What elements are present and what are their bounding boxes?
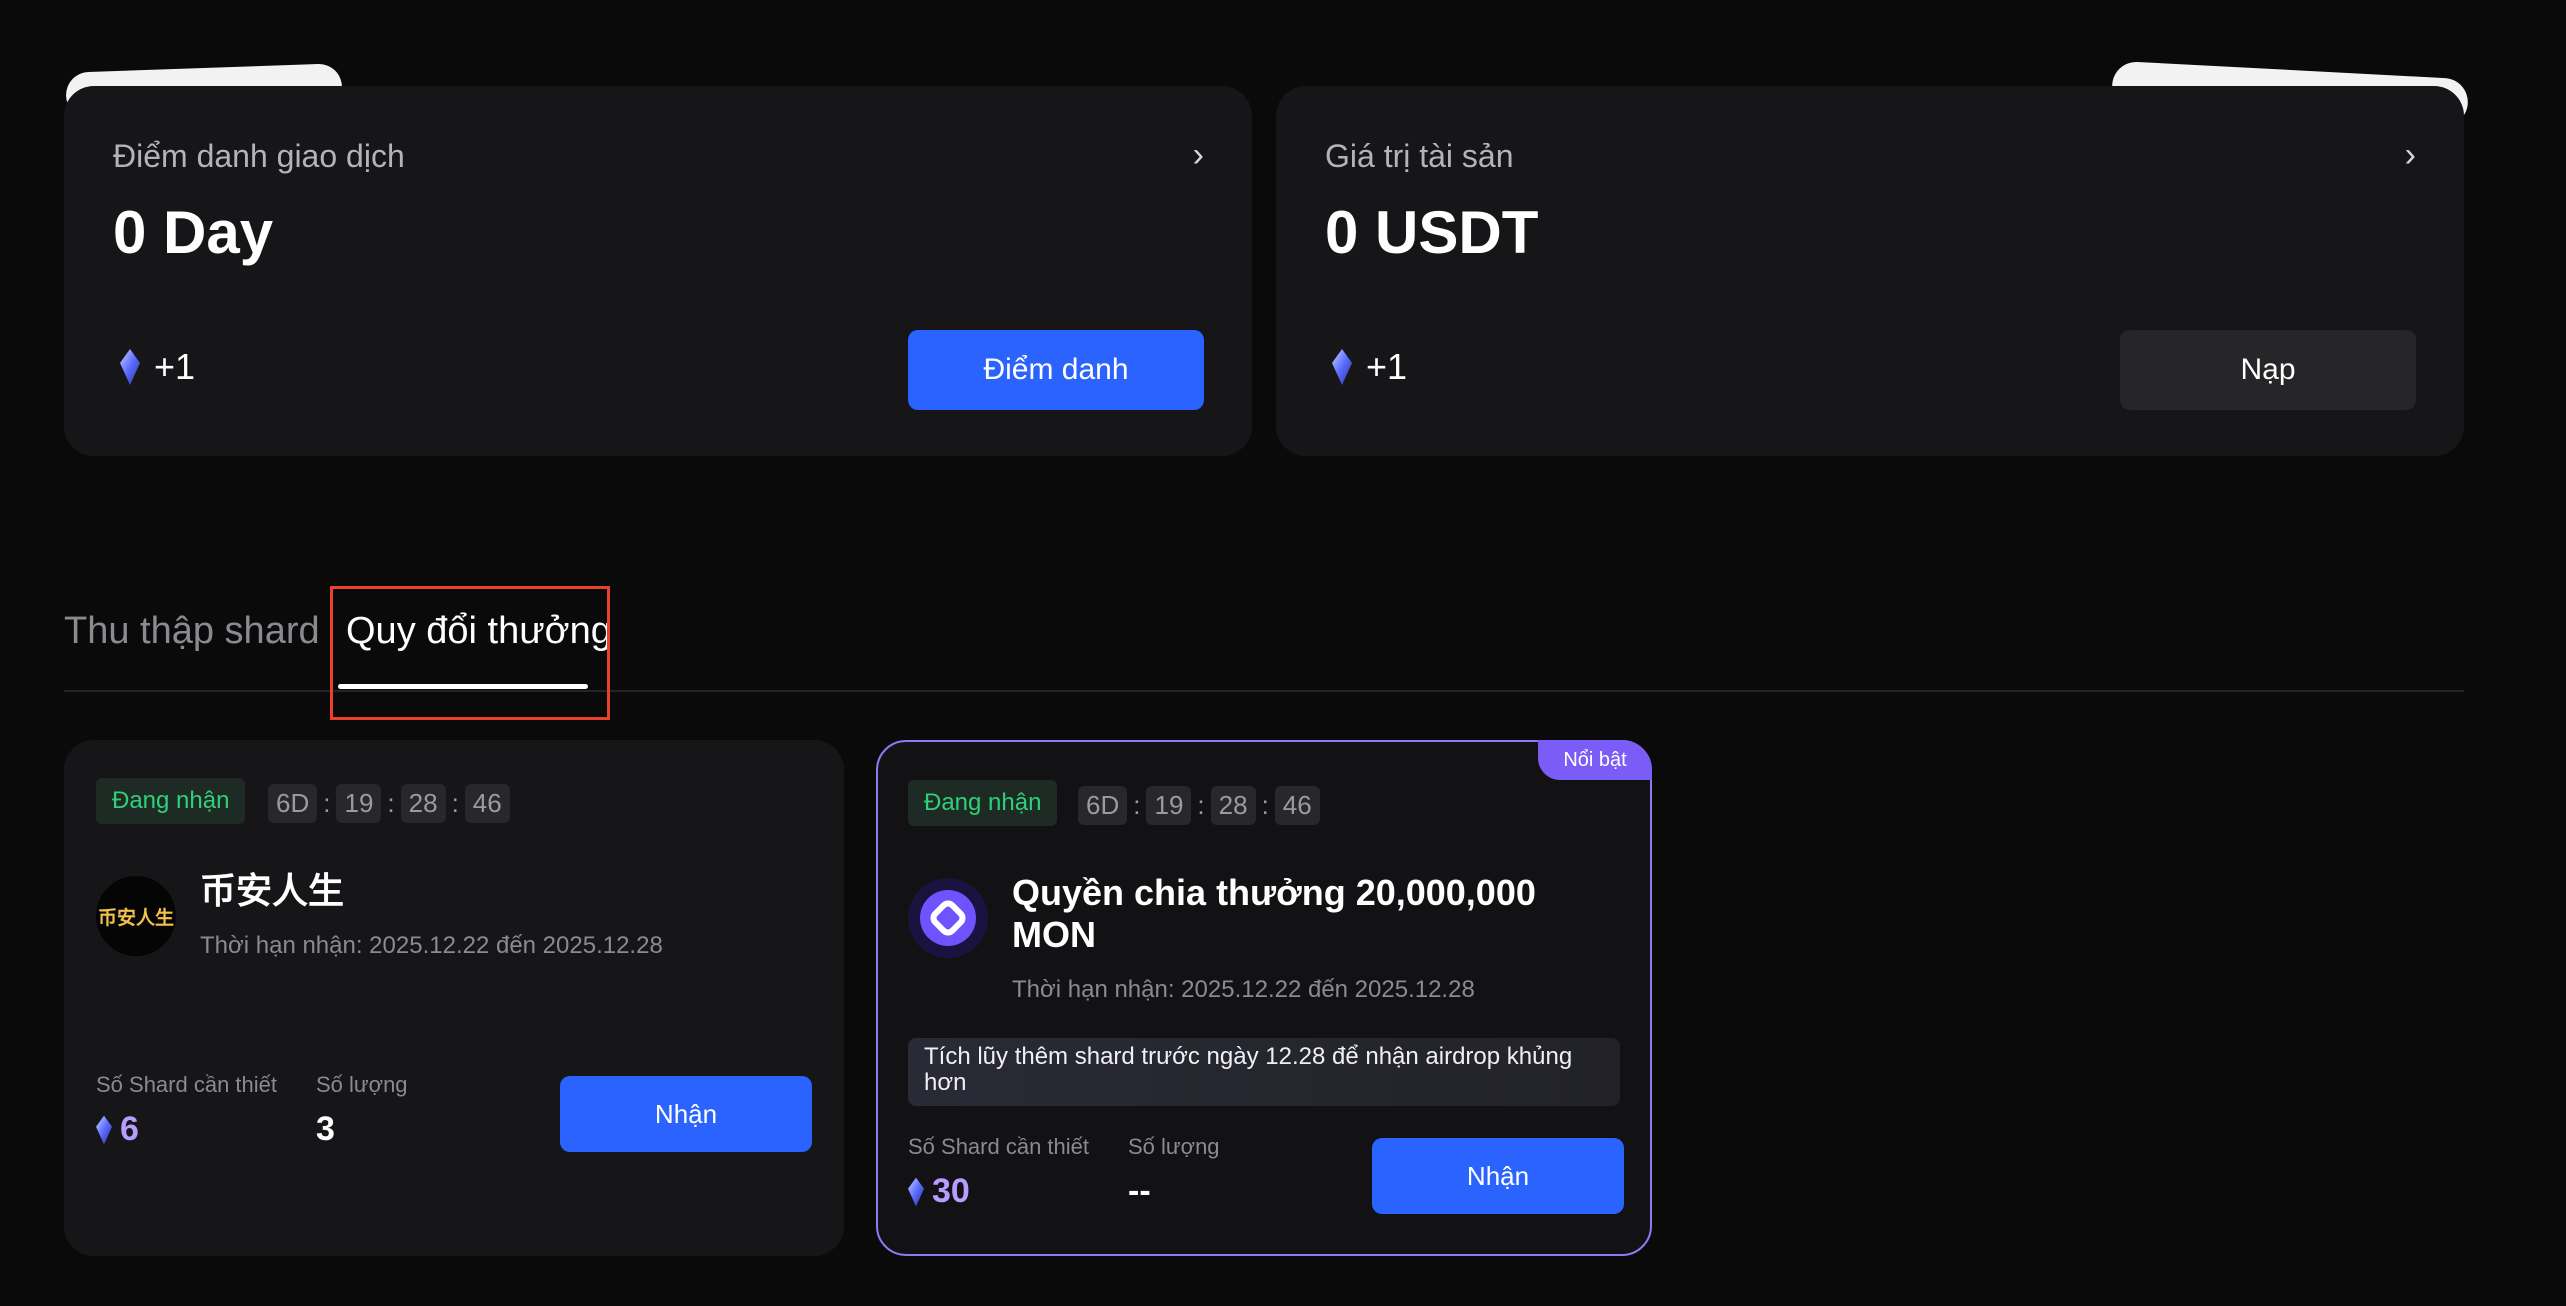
claim-period: Thời hạn nhận: 2025.12.22 đến 2025.12.28 [1012,976,1475,1003]
claim-period: Thời hạn nhận: 2025.12.22 đến 2025.12.28 [200,932,663,959]
shard-required-value: 30 [908,1172,970,1211]
asset-value-value: 0 USDT [1325,199,1539,266]
shard-required-amount: 6 [120,1110,139,1148]
check-in-card: Điểm danh giao dịch › 0 Day +1 Điểm danh [64,86,1252,456]
shard-gem-icon [1332,349,1352,385]
shard-gem-icon [908,1177,924,1206]
quantity-value: -- [1128,1172,1151,1210]
status-badge: Đang nhận [908,780,1058,826]
shard-reward: +1 [1332,346,1407,388]
chevron-right-icon[interactable]: › [2405,136,2416,175]
claim-button[interactable]: Nhận [1372,1138,1624,1214]
mon-diamond-icon [920,890,976,946]
timer-days: 6D [268,784,318,823]
timer-seconds: 46 [464,784,510,823]
check-in-value: 0 Day [113,199,274,266]
token-logo: 币安人生 [96,876,176,956]
timer-days: 6D [1078,786,1128,825]
promo-message: Tích lũy thêm shard trước ngày 12.28 để … [908,1038,1620,1106]
shard-reward-amount: +1 [1366,346,1408,387]
countdown-timer: 6D: 19: 28: 46 [268,784,510,823]
shard-required-amount: 30 [932,1172,970,1210]
timer-minutes: 28 [1210,786,1256,825]
reward-title: Quyền chia thưởng 20,000,000 MON [1012,872,1536,956]
tab-collect-shard[interactable]: Thu thập shard [64,610,320,653]
claim-button[interactable]: Nhận [560,1076,812,1152]
shard-reward-amount: +1 [154,346,196,387]
asset-value-card: Giá trị tài sản › 0 USDT +1 Nạp [1276,86,2464,456]
quantity-label: Số lượng [1128,1134,1220,1159]
quantity-value: 3 [316,1110,335,1148]
timer-hours: 19 [336,784,382,823]
check-in-label: Điểm danh giao dịch [113,138,405,174]
reward-card: Đang nhận 6D: 19: 28: 46 币安人生 币安人生 Thời … [64,740,844,1256]
deposit-button[interactable]: Nạp [2120,330,2416,410]
shard-required-label: Số Shard cần thiết [908,1134,1090,1159]
timer-seconds: 46 [1274,786,1320,825]
mon-token-logo [908,878,988,958]
token-logo-text: 币安人生 [97,907,174,929]
featured-badge: Nổi bật [1538,740,1652,780]
reward-title: 币安人生 [200,870,345,911]
shard-gem-icon [120,349,140,385]
status-badge: Đang nhận [96,778,246,824]
countdown-timer: 6D: 19: 28: 46 [1078,786,1320,825]
quantity-label: Số lượng [316,1072,408,1097]
shard-required-label: Số Shard cần thiết [96,1072,278,1097]
check-in-button[interactable]: Điểm danh [908,330,1204,410]
timer-minutes: 28 [400,784,446,823]
asset-value-label: Giá trị tài sản [1325,138,1514,174]
timer-hours: 19 [1146,786,1192,825]
reward-card-featured: Nổi bật Đang nhận 6D: 19: 28: 46 Quyền c… [876,740,1652,1256]
shard-required-value: 6 [96,1110,139,1149]
tab-highlight-box [330,586,610,720]
shard-reward: +1 [120,346,195,388]
reward-tabs: Thu thập shard Quy đổi thưởng [64,580,2464,720]
reward-title-line2: MON [1012,914,1096,955]
reward-title-line1: Quyền chia thưởng 20,000,000 [1012,872,1536,913]
chevron-right-icon[interactable]: › [1193,136,1204,175]
shard-gem-icon [96,1115,112,1144]
